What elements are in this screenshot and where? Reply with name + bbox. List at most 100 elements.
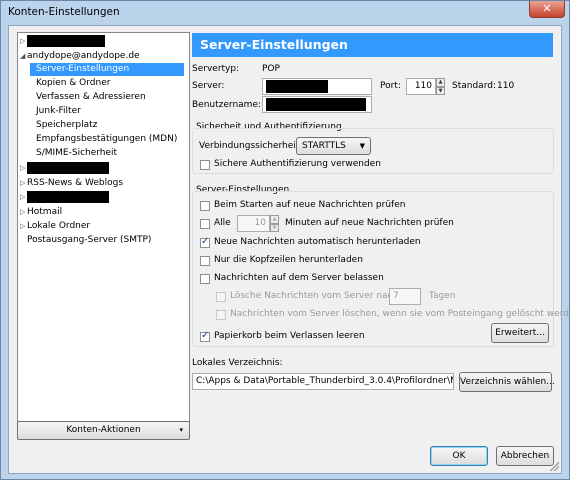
tree-row-redacted-2[interactable]: ▷ <box>18 162 189 175</box>
ok-label: OK <box>452 451 466 461</box>
tree-row-smtp[interactable]: Postausgang-Server (SMTP) <box>27 234 151 247</box>
expand-icon[interactable]: ▷ <box>20 35 27 48</box>
tree-item-label: Junk-Filter <box>36 106 81 116</box>
cancel-button[interactable]: Abbrechen <box>496 446 554 466</box>
close-icon: ✕ <box>542 2 552 15</box>
secure-auth-checkbox[interactable] <box>200 160 210 170</box>
leave-on-server-label: Nachrichten auf dem Server belassen <box>214 273 384 283</box>
port-up-button[interactable]: ▲ <box>436 78 445 87</box>
delete-days-value: 7 <box>393 291 399 301</box>
expand-icon[interactable]: ▷ <box>20 220 27 233</box>
check-every-label: Alle <box>214 218 231 228</box>
expand-icon[interactable]: ▷ <box>20 206 27 219</box>
delete-after-label: Lösche Nachrichten vom Server nach <box>230 291 399 301</box>
panel-header: Server-Einstellungen <box>192 33 553 57</box>
redacted-account <box>27 191 109 203</box>
tree-item-junk[interactable]: Junk-Filter <box>36 105 81 118</box>
servertype-label: Servertyp: <box>192 64 240 74</box>
port-value: 110 <box>414 81 432 91</box>
advanced-button[interactable]: Erweitert... <box>491 323 549 343</box>
tree-item-smime[interactable]: S/MIME-Sicherheit <box>36 147 117 160</box>
check-every-suffix: Minuten auf neue Nachrichten prüfen <box>285 218 454 228</box>
tree-row-hotmail[interactable]: ▷ Hotmail <box>18 206 62 219</box>
username-label: Benutzername: <box>192 100 262 110</box>
connection-security-value: STARTTLS <box>302 141 346 151</box>
connection-security-label: Verbindungssicherheit: <box>199 141 303 151</box>
leave-on-server-checkbox[interactable] <box>200 274 210 284</box>
server-input[interactable] <box>262 78 372 95</box>
delete-when-removed-checkbox[interactable] <box>216 310 226 320</box>
servertype-value: POP <box>262 64 280 74</box>
redacted-server <box>266 80 328 93</box>
minutes-input[interactable]: 10 <box>237 215 270 232</box>
port-down-button[interactable]: ▼ <box>436 87 445 95</box>
advanced-button-label: Erweitert... <box>495 328 545 338</box>
standard-label: Standard: <box>452 81 496 91</box>
smtp-label: Postausgang-Server (SMTP) <box>27 235 152 245</box>
tree-item-composition[interactable]: Verfassen & Adressieren <box>36 91 146 104</box>
tree-row-redacted-1[interactable]: ▷ <box>18 35 189 48</box>
auto-download-checkbox[interactable] <box>200 236 210 248</box>
chevron-down-icon: ▾ <box>179 426 183 434</box>
server-label: Server: <box>192 81 225 91</box>
redacted-account <box>27 35 105 47</box>
expand-icon[interactable]: ▷ <box>20 177 27 190</box>
chevron-down-icon: ▼ <box>359 142 365 150</box>
delete-after-checkbox[interactable] <box>216 292 226 302</box>
expand-icon[interactable]: ▷ <box>20 162 27 175</box>
local-dir-input[interactable]: C:\Apps & Data\Portable_Thunderbird_3.0.… <box>192 373 454 390</box>
tree-item-receipts[interactable]: Empfangsbestätigungen (MDN) <box>36 133 177 146</box>
account-actions-button[interactable]: Konten-Aktionen ▾ <box>17 421 190 440</box>
account-tree[interactable]: ▷ ◢ andydope@andydope.de Server-Einstell… <box>17 32 190 430</box>
tree-item-copies-folders[interactable]: Kopien & Ordner <box>36 77 110 90</box>
auto-download-label: Neue Nachrichten automatisch herunterlad… <box>214 237 421 247</box>
redacted-username <box>266 98 366 111</box>
tree-row-rss[interactable]: ▷ RSS-News & Weblogs <box>18 177 123 190</box>
port-input[interactable]: 110 <box>406 78 436 95</box>
headers-only-checkbox[interactable] <box>200 256 210 266</box>
tree-row-redacted-3[interactable]: ▷ <box>18 191 189 204</box>
ok-button[interactable]: OK <box>430 446 488 466</box>
tree-item-label: Verfassen & Adressieren <box>36 92 146 102</box>
window-title: Konten-Einstellungen <box>8 6 120 18</box>
check-on-start-checkbox[interactable] <box>200 201 210 211</box>
empty-trash-label: Papierkorb beim Verlassen leeren <box>214 331 365 341</box>
empty-trash-checkbox[interactable] <box>200 330 210 342</box>
standard-value: 110 <box>497 81 515 91</box>
rss-label: RSS-News & Weblogs <box>27 178 124 188</box>
cancel-label: Abbrechen <box>500 451 550 461</box>
headers-only-label: Nur die Kopfzeilen herunterladen <box>214 255 363 265</box>
collapse-icon[interactable]: ◢ <box>20 50 27 63</box>
tree-item-label: S/MIME-Sicherheit <box>36 148 118 158</box>
dialog-window: Konten-Einstellungen ✕ ▷ ◢ andydope@andy… <box>0 0 570 480</box>
local-folders-label: Lokale Ordner <box>27 221 91 231</box>
close-button[interactable]: ✕ <box>529 1 565 18</box>
check-every-checkbox[interactable] <box>200 219 210 229</box>
tree-item-label: Server-Einstellungen <box>36 64 130 74</box>
tree-item-label: Empfangsbestätigungen (MDN) <box>36 134 178 144</box>
local-dir-value: C:\Apps & Data\Portable_Thunderbird_3.0.… <box>196 376 454 386</box>
expand-icon[interactable]: ▷ <box>20 191 27 204</box>
redacted-account <box>27 162 109 174</box>
dialog-client: ▷ ◢ andydope@andydope.de Server-Einstell… <box>8 25 570 474</box>
tree-row-local-folders[interactable]: ▷ Lokale Ordner <box>18 220 90 233</box>
minutes-down-button[interactable]: ▼ <box>270 224 279 232</box>
minutes-up-button[interactable]: ▲ <box>270 215 279 224</box>
title-bar: Konten-Einstellungen ✕ <box>1 1 569 25</box>
account-label: andydope@andydope.de <box>27 51 140 61</box>
username-input[interactable] <box>262 96 372 113</box>
choose-directory-label: Verzeichnis wählen... <box>460 377 555 387</box>
connection-security-select[interactable]: STARTTLS ▼ <box>296 137 371 155</box>
delete-after-suffix: Tagen <box>429 291 456 301</box>
local-dir-label: Lokales Verzeichnis: <box>192 358 283 368</box>
delete-days-input[interactable]: 7 <box>389 288 421 305</box>
choose-directory-button[interactable]: Verzeichnis wählen... <box>459 372 555 392</box>
resize-grip-icon[interactable] <box>549 461 559 471</box>
secure-auth-label: Sichere Authentifizierung verwenden <box>214 159 381 169</box>
minutes-value: 10 <box>254 218 266 228</box>
tree-item-disk-space[interactable]: Speicherplatz <box>36 119 97 132</box>
tree-row-account[interactable]: ◢ andydope@andydope.de <box>18 50 189 63</box>
tree-item-server-settings[interactable]: Server-Einstellungen <box>30 63 184 76</box>
tree-item-label: Speicherplatz <box>36 120 98 130</box>
port-label: Port: <box>380 81 401 91</box>
